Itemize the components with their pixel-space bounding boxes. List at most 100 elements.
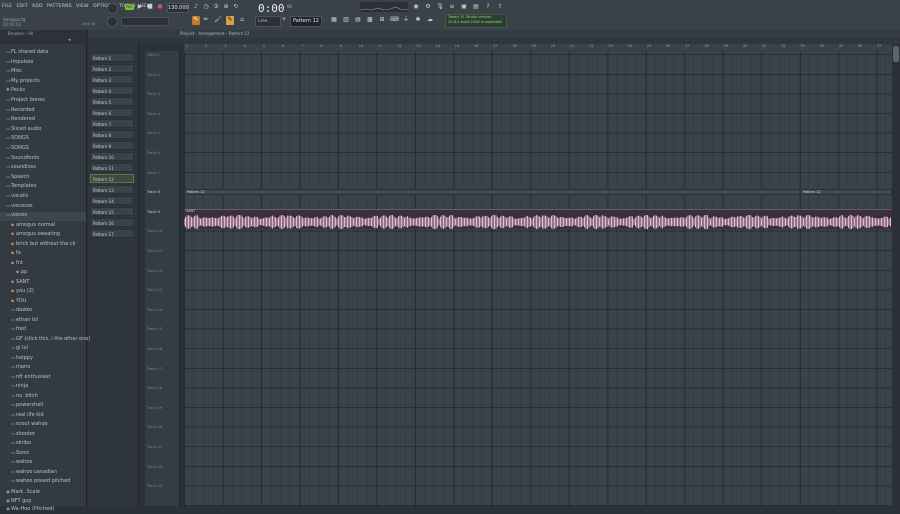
snap-select[interactable]: Line bbox=[255, 16, 281, 27]
browser-sub-item[interactable]: ▭dawko bbox=[11, 306, 32, 315]
plugin-picker-icon[interactable]: ⊞ bbox=[378, 16, 386, 24]
track-label[interactable]: Track 6 bbox=[147, 151, 177, 170]
stop-icon[interactable]: ■ bbox=[146, 3, 154, 11]
track-label[interactable]: Track 18 bbox=[147, 386, 177, 405]
pattern-item[interactable]: Pattern 15 bbox=[90, 207, 134, 216]
pattern-song-toggle[interactable]: PAT bbox=[125, 4, 134, 10]
plugin-icon[interactable]: ⚙ bbox=[424, 3, 432, 11]
track-label[interactable]: Track 10 bbox=[147, 229, 177, 248]
browser-sub-item[interactable]: ▭ninja bbox=[11, 382, 28, 391]
browser-sub-item[interactable]: ▭wahoo canadian bbox=[11, 468, 57, 477]
browser-sub-item[interactable]: ▭mario bbox=[11, 363, 30, 372]
hint-slider[interactable] bbox=[121, 17, 169, 26]
browser-item-folder[interactable]: ▭Impulses bbox=[6, 58, 33, 67]
track-label[interactable]: Track 8 bbox=[147, 190, 177, 209]
master-volume-knob[interactable] bbox=[107, 3, 118, 14]
track-label[interactable]: Track 20 bbox=[147, 425, 177, 444]
paint-icon[interactable]: 🖌 bbox=[214, 16, 222, 24]
browser-item-channel[interactable]: ◉Wa-Hoo (Pitched) bbox=[6, 505, 54, 514]
loop-record-icon[interactable]: ↻ bbox=[232, 3, 240, 11]
browser-sub-item[interactable]: ▭wahoo bbox=[11, 458, 32, 467]
menu-add[interactable]: ADD bbox=[32, 4, 43, 9]
snap-icon[interactable]: ✎ bbox=[192, 16, 200, 25]
pattern-item[interactable]: Pattern 5 bbox=[90, 97, 134, 106]
track-label[interactable]: Track 22 bbox=[147, 465, 177, 484]
browser-item-folder[interactable]: ▭vocalls bbox=[6, 192, 28, 201]
browser-item-folder[interactable]: ▭Recorded bbox=[6, 106, 35, 115]
pattern-clip[interactable]: Pattern 12 bbox=[800, 189, 892, 195]
track-label[interactable]: Track 19 bbox=[147, 406, 177, 425]
mixer-icon[interactable]: ≡ bbox=[448, 3, 456, 11]
news-panel[interactable]: Today: FL Studio version 20.8.3 build 23… bbox=[445, 14, 507, 28]
menu-patterns[interactable]: PATTERNS bbox=[47, 4, 72, 9]
browser-sub-item[interactable]: ▭fred bbox=[11, 325, 26, 334]
pattern-item[interactable]: Pattern 12 bbox=[90, 174, 134, 183]
pattern-item[interactable]: Pattern 2 bbox=[90, 64, 134, 73]
browser-sub-item[interactable]: ▪ fa bbox=[11, 249, 21, 258]
pattern-item[interactable]: Pattern 6 bbox=[90, 108, 134, 117]
pattern-item[interactable]: Pattern 13 bbox=[90, 185, 134, 194]
browser-sub-item[interactable]: ▭no. bitch bbox=[11, 392, 38, 401]
browser-sub-item[interactable]: ▭scout wahoo bbox=[11, 420, 48, 429]
record-icon[interactable]: ● bbox=[156, 3, 164, 11]
browser-sub-item[interactable]: ▭powershell bbox=[11, 401, 43, 410]
pattern-item[interactable]: Pattern 7 bbox=[90, 119, 134, 128]
browser-sub-item[interactable]: ▭skribo bbox=[11, 439, 31, 448]
plug-icon[interactable]: ⏚ bbox=[402, 16, 410, 24]
browser-sub-item[interactable]: ▪ SANT bbox=[11, 278, 29, 287]
browser-sub-item[interactable]: ▪ pp bbox=[16, 268, 27, 277]
track-label[interactable]: Track 7 bbox=[147, 171, 177, 190]
save-icon[interactable]: ▣ bbox=[460, 3, 468, 11]
browser-sub-item[interactable]: ▭helppy bbox=[11, 354, 33, 363]
track-label[interactable]: Track 2 bbox=[147, 73, 177, 92]
browser-item-folder[interactable]: ▭Sliced audio bbox=[6, 125, 41, 134]
wait-record-icon[interactable]: ◷ bbox=[202, 3, 210, 11]
master-pitch-knob[interactable] bbox=[107, 16, 118, 27]
audio-clip[interactable]: SANT bbox=[184, 209, 892, 229]
draw-icon[interactable]: ✏ bbox=[202, 16, 210, 24]
menu-file[interactable]: FILE bbox=[2, 4, 12, 9]
track-label[interactable]: Track 9 bbox=[147, 210, 177, 229]
track-label[interactable]: Track 12 bbox=[147, 269, 177, 288]
mic-icon[interactable]: 🎙 bbox=[436, 3, 444, 11]
browser-sub-item[interactable]: ▪ brick but without the ck bbox=[11, 240, 76, 249]
track-label[interactable]: Track 17 bbox=[147, 367, 177, 386]
browser-item-folder[interactable]: ▭SONGS bbox=[6, 134, 29, 143]
browser-sub-item[interactable]: ▪ amogus sweating bbox=[11, 230, 60, 239]
help-icon[interactable]: ? bbox=[484, 3, 492, 11]
browser-item-channel[interactable]: ◉Mark. Scale bbox=[6, 488, 40, 497]
cloud-icon[interactable]: ☁ bbox=[426, 16, 434, 24]
pattern-clip[interactable]: Pattern 12 bbox=[184, 189, 800, 195]
browser-sub-item[interactable]: ▪ you (2) bbox=[11, 287, 34, 296]
track-label[interactable]: Track 21 bbox=[147, 445, 177, 464]
pattern-selector[interactable]: Pattern 12 bbox=[290, 16, 322, 27]
browser-sub-item[interactable]: ▪ YOU bbox=[11, 297, 26, 306]
track-label[interactable]: Track 1 bbox=[147, 53, 177, 72]
browser-item-folder[interactable]: ✱Packs bbox=[6, 86, 25, 95]
blend-notes-icon[interactable]: ⊕ bbox=[222, 3, 230, 11]
pattern-item[interactable]: Pattern 10 bbox=[90, 152, 134, 161]
browser-item-channel[interactable]: ◉NFT guy bbox=[6, 497, 31, 506]
browser-item-folder[interactable]: ▭My projects bbox=[6, 77, 40, 86]
browser-sub-item[interactable]: ▭shooter bbox=[11, 430, 35, 439]
menu-edit[interactable]: EDIT bbox=[16, 4, 27, 9]
mute-tool-icon[interactable]: ⌂ bbox=[238, 16, 246, 24]
track-label[interactable]: Track 4 bbox=[147, 112, 177, 131]
browser-sub-item[interactable]: ▭ethan lol bbox=[11, 316, 38, 325]
browser-sub-item[interactable]: ▭gl lol bbox=[11, 344, 28, 353]
browser-item-folder[interactable]: ▭voiceces bbox=[6, 202, 33, 211]
playlist-icon[interactable]: ▦ bbox=[330, 16, 338, 24]
upload-icon[interactable]: ⇧ bbox=[496, 3, 504, 11]
pencil-tool-icon[interactable]: ✎ bbox=[226, 16, 234, 25]
add-pattern-icon[interactable]: + bbox=[280, 16, 288, 24]
track-label[interactable]: Track 11 bbox=[147, 249, 177, 268]
track-label[interactable]: Track 23 bbox=[147, 484, 177, 503]
pattern-item[interactable]: Pattern 16 bbox=[90, 218, 134, 227]
browser-item-folder[interactable]: ▭Project bones bbox=[6, 96, 45, 105]
channel-rack-icon[interactable]: ▤ bbox=[354, 16, 362, 24]
browser-item-folder[interactable]: ▭SONGS bbox=[6, 144, 29, 153]
browser-title[interactable]: Browser - All bbox=[8, 31, 33, 36]
tools-icon[interactable]: ✱ bbox=[414, 16, 422, 24]
play-icon[interactable]: ▶ bbox=[136, 3, 144, 11]
browser-sub-item[interactable]: ▭GF (click this..i the other one) bbox=[11, 335, 90, 344]
